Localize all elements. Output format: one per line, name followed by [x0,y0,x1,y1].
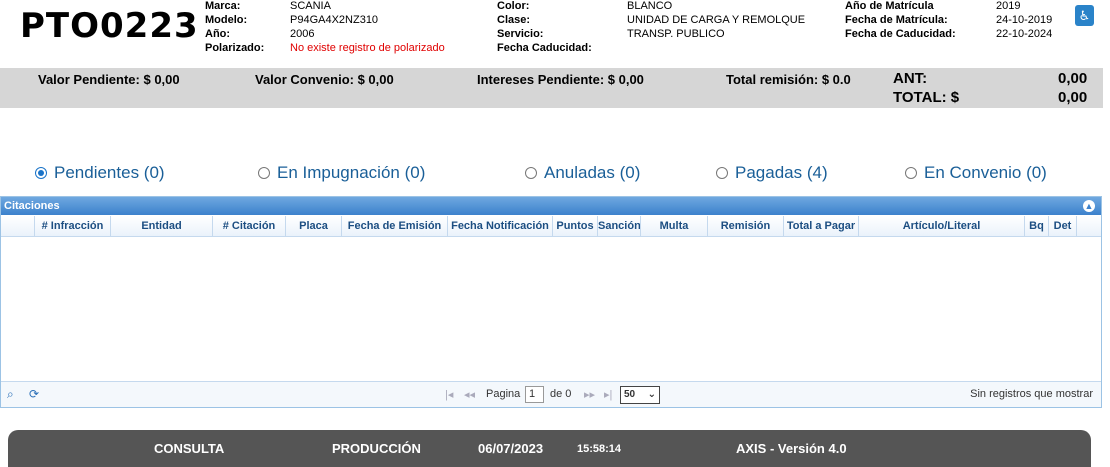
tint-label: Polarizado: [205,42,265,54]
footer-env: PRODUCCIÓN [332,441,421,456]
radio-selected-icon[interactable] [35,167,47,179]
wheelchair-icon[interactable]: ♿ [1075,5,1094,26]
reg-year-label: Año de Matrícula [845,0,934,12]
col-citacion[interactable]: # Citación [213,216,286,236]
expiry-label: Fecha Caducidad: [497,42,592,54]
brand-label: Marca: [205,0,241,12]
filter-label: Pendientes (0) [54,163,165,182]
color-label: Color: [497,0,530,12]
refresh-icon[interactable]: ⟳ [29,387,39,401]
radio-icon[interactable] [905,167,917,179]
col-bq[interactable]: Bq [1025,216,1049,236]
reg-expiry-value: 22-10-2024 [996,28,1053,40]
page-size-value: 50 [624,389,636,400]
filter-label: En Convenio (0) [924,163,1047,182]
footer-date: 06/07/2023 [478,441,544,456]
col-articulo-literal[interactable]: Artículo/Literal [859,216,1025,236]
interest-value: Intereses Pendiente: $ 0,00 [477,72,644,87]
pending-value: Valor Pendiente: $ 0,00 [38,72,180,87]
grid-title: Citaciones [4,200,60,212]
filter-label: En Impugnación (0) [277,163,426,182]
ant-label: ANT: [893,70,928,87]
filter-label: Anuladas (0) [544,163,641,182]
grid-status: Sin registros que mostrar [970,388,1093,400]
total-label: TOTAL: $ [893,89,960,106]
filter-label: Pagadas (4) [735,163,828,182]
col-infraccion[interactable]: # Infracción [35,216,111,236]
col-puntos[interactable]: Puntos [553,216,598,236]
collapse-icon[interactable]: ▲ [1083,200,1095,212]
grid-title-bar: Citaciones ▲ [1,197,1101,215]
year-label: Año: [205,28,231,40]
search-icon[interactable]: ⌕ [7,387,14,402]
col-total-pagar[interactable]: Total a Pagar [784,216,859,236]
reg-expiry-label: Fecha de Caducidad: [845,28,956,40]
page-of-label: de 0 [550,388,572,400]
class-value: UNIDAD DE CARGA Y REMOLQUE [627,14,806,26]
tint-value: No existe registro de polarizado [290,42,445,54]
filter-impugnacion[interactable]: En Impugnación (0) [258,163,425,183]
radio-icon[interactable] [258,167,270,179]
col-fecha-emision[interactable]: Fecha de Emisión [342,216,448,236]
model-value: P94GA4X2NZ310 [290,14,379,26]
col-placa[interactable]: Placa [286,216,342,236]
filter-convenio[interactable]: En Convenio (0) [905,163,1047,183]
col-remision[interactable]: Remisión [708,216,784,236]
radio-icon[interactable] [525,167,537,179]
page-label: Pagina [486,388,521,400]
page-size-select[interactable]: 50 ⌄ [620,386,660,404]
class-label: Clase: [497,14,531,26]
footer-time: 15:58:14 [577,443,622,455]
prev-page-icon[interactable]: ◂◂ [464,388,475,401]
first-page-icon[interactable]: |◂ [445,388,453,401]
chevron-down-icon: ⌄ [647,389,656,400]
grid-header-row: # Infracción Entidad # Citación Placa Fe… [1,216,1101,237]
ant-value: 0,00 [1058,70,1088,87]
page-input[interactable]: 1 [525,386,544,403]
col-det[interactable]: Det [1049,216,1077,236]
grid-pager: ⌕ ⟳ |◂ ◂◂ Pagina 1 de 0 ▸▸ ▸| 50 ⌄ Sin re… [1,381,1101,407]
citations-grid: Citaciones ▲ # Infracción Entidad # Cita… [0,196,1102,408]
status-footer: CONSULTA PRODUCCIÓN 06/07/2023 15:58:14 … [8,430,1091,467]
radio-icon[interactable] [716,167,728,179]
reg-date-value: 24-10-2019 [996,14,1053,26]
filter-pagadas[interactable]: Pagadas (4) [716,163,828,183]
footer-mode: CONSULTA [154,441,225,456]
next-page-icon[interactable]: ▸▸ [584,388,595,401]
agreement-value: Valor Convenio: $ 0,00 [255,72,394,87]
filter-pendientes[interactable]: Pendientes (0) [35,163,165,183]
grid-body [1,238,1101,380]
page: PTO0223 Marca: SCANIA Modelo: P94GA4X2NZ… [0,0,1110,467]
col-sancion[interactable]: Sanción [598,216,641,236]
service-value: TRANSP. PUBLICO [627,28,725,40]
col-multa[interactable]: Multa [641,216,708,236]
col-fecha-notificacion[interactable]: Fecha Notificación [448,216,553,236]
vehicle-plate: PTO0223 [20,6,199,46]
year-value: 2006 [290,28,315,40]
reg-date-label: Fecha de Matrícula: [845,14,948,26]
col-entidad[interactable]: Entidad [111,216,213,236]
model-label: Modelo: [205,14,248,26]
total-value: 0,00 [1058,89,1088,106]
col-spacer [1,216,35,236]
last-page-icon[interactable]: ▸| [604,388,612,401]
color-value: BLANCO [627,0,673,12]
reg-year-value: 2019 [996,0,1021,12]
remission-value: Total remisión: $ 0.0 [726,72,851,87]
footer-version: AXIS - Versión 4.0 [736,441,847,456]
brand-value: SCANIA [290,0,331,12]
service-label: Servicio: [497,28,544,40]
filter-anuladas[interactable]: Anuladas (0) [525,163,640,183]
